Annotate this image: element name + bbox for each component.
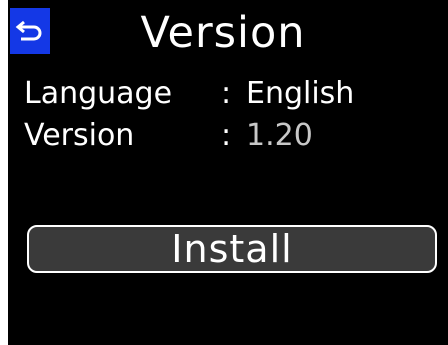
device-screen: Version Language : English Version : 1.2… [8,0,448,345]
version-value: 1.20 [246,118,313,153]
language-value: English [246,76,355,111]
page-title: Version [140,8,306,58]
back-arrow-icon [15,20,42,41]
version-label: Version [24,118,135,153]
language-separator: : [221,76,232,111]
install-button[interactable]: Install [27,225,437,273]
back-button[interactable] [10,8,50,54]
version-separator: : [221,118,232,153]
language-label: Language [24,76,173,111]
